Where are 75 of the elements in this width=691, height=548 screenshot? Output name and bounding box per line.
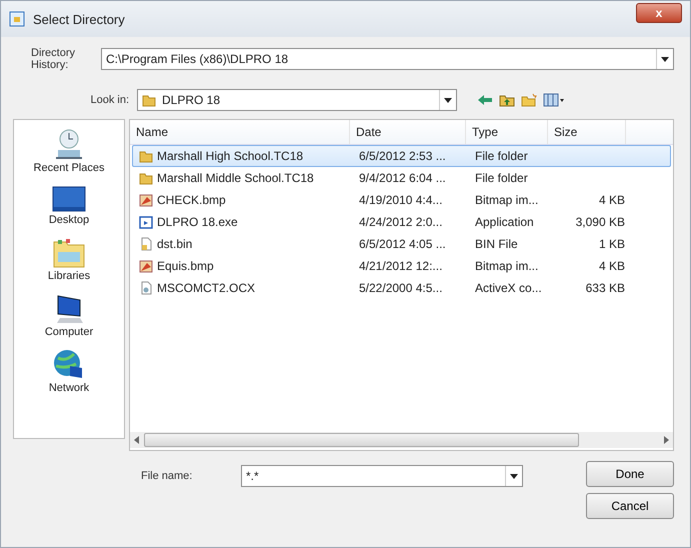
table-cell: dst.bin (157, 237, 192, 251)
application-icon (139, 215, 153, 229)
folder-icon (142, 93, 156, 107)
place-item[interactable]: Computer (44, 292, 94, 338)
file-icon (139, 237, 153, 251)
table-cell-text: 633 KB (584, 281, 626, 295)
folder-icon (139, 171, 153, 185)
column-header[interactable]: Size (548, 120, 626, 144)
paint-icon (139, 259, 153, 273)
scroll-left-icon[interactable] (134, 436, 140, 444)
table-cell-text: 6/5/2012 4:05 ... (358, 237, 447, 251)
field-label: File name: (141, 470, 194, 482)
table-cell: DLPRO 18.exe (157, 215, 238, 229)
file-row[interactable]: CHECK.bmp 4/19/2010 4:4... Bitmap im... 4 KB (132, 189, 671, 211)
place-item[interactable]: Desktop (48, 184, 90, 226)
file-row[interactable]: Marshall Middle School.TC18 9/4/2012 6:04 ... File folder (132, 167, 671, 189)
place-label: Desktop (48, 214, 90, 226)
table-cell-text: 1 KB (598, 237, 626, 251)
table-cell-text: 5/22/2000 4:5... (358, 281, 444, 295)
file-row[interactable]: MSCOMCT2.OCX 5/22/2000 4:5... ActiveX co... 633 KB (132, 277, 671, 299)
table-cell: Marshall Middle School.TC18 (157, 171, 314, 185)
table-cell-text: 4 KB (598, 193, 626, 207)
column-header[interactable]: Name (130, 120, 350, 144)
place-label: Libraries (48, 270, 90, 282)
field-label: Look in: (89, 94, 129, 106)
table-cell: Equis.bmp (157, 259, 214, 273)
field-label: Directory History: (31, 47, 76, 71)
table-cell-text: 4 KB (598, 259, 626, 273)
table-cell-text: 4/24/2012 2:0... (358, 215, 444, 229)
place-label: Recent Places (34, 162, 104, 174)
new-folder-icon[interactable] (521, 93, 537, 107)
app-icon (9, 11, 25, 27)
table-cell-text: Bitmap im... (474, 193, 540, 207)
table-cell: MSCOMCT2.OCX (157, 281, 256, 295)
column-header[interactable]: Type (466, 120, 548, 144)
file-row[interactable]: DLPRO 18.exe 4/24/2012 2:0... Application 3,090 KB (132, 211, 671, 233)
place-item[interactable]: Libraries (48, 236, 90, 282)
place-label: Computer (44, 326, 94, 338)
back-arrow-icon[interactable] (477, 93, 493, 107)
libraries-icon (52, 236, 86, 270)
place-label: Network (48, 382, 90, 394)
table-cell-text: ActiveX co... (474, 281, 543, 295)
table-cell: CHECK.bmp (157, 193, 226, 207)
table-cell: Marshall High School.TC18 (157, 149, 304, 163)
table-cell-text: 9/4/2012 6:04 ... (358, 171, 447, 185)
up-folder-icon[interactable] (499, 93, 515, 107)
window-title: Select Directory (33, 12, 126, 26)
cancel-button[interactable]: Cancel (586, 493, 674, 519)
paint-icon (139, 193, 153, 207)
place-item[interactable]: Recent Places (34, 128, 104, 174)
desktop-icon (52, 184, 86, 214)
table-cell-text: File folder (474, 149, 529, 163)
component-file-icon (139, 281, 153, 295)
table-cell-text: Bitmap im... (474, 259, 540, 273)
look-in-combo[interactable]: DLPRO 18 (137, 89, 457, 111)
table-cell-text: 4/19/2010 4:4... (358, 193, 444, 207)
file-name-combo[interactable]: *.* (241, 465, 523, 487)
table-cell-text: 3,090 KB (574, 215, 626, 229)
horizontal-scrollbar[interactable] (130, 432, 673, 448)
scrollbar-thumb[interactable] (144, 433, 579, 447)
done-button[interactable]: Done (586, 461, 674, 487)
view-menu-icon[interactable] (543, 93, 565, 107)
file-row[interactable]: Marshall High School.TC18 6/5/2012 2:53 ... File folder (132, 145, 671, 167)
folder-icon (139, 149, 153, 163)
directory-history-combo[interactable]: C:\Program Files (x86)\DLPRO 18 (101, 48, 674, 70)
table-cell-text: BIN File (474, 237, 519, 251)
table-cell-text: File folder (474, 171, 529, 185)
place-item[interactable]: Network (48, 348, 90, 394)
column-header[interactable]: Date (350, 120, 466, 144)
scroll-right-icon[interactable] (663, 436, 669, 444)
table-cell-text: 6/5/2012 2:53 ... (358, 149, 447, 163)
file-row[interactable]: dst.bin 6/5/2012 4:05 ... BIN File 1 KB (132, 233, 671, 255)
table-cell-text: 4/21/2012 12:... (358, 259, 444, 273)
table-cell-text: Application (474, 215, 535, 229)
file-row[interactable]: Equis.bmp 4/21/2012 12:... Bitmap im... 4 KB (132, 255, 671, 277)
